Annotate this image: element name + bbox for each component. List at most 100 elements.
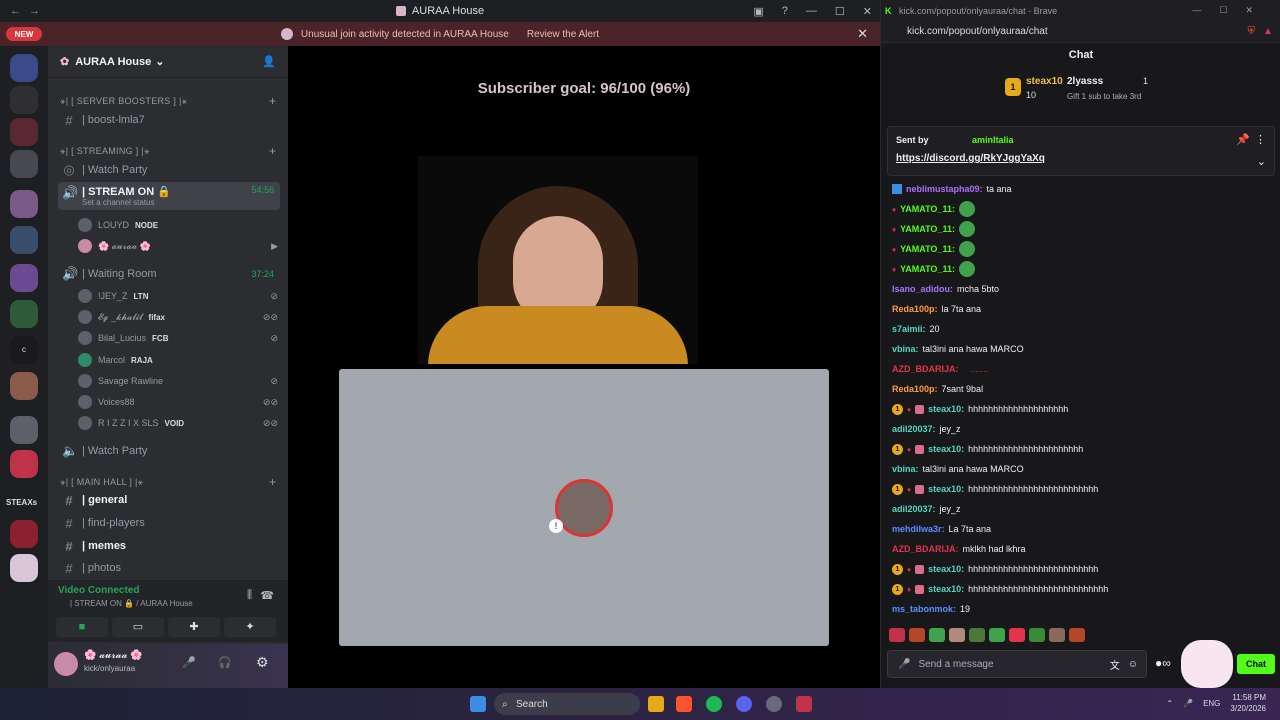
server-icon[interactable] bbox=[10, 86, 38, 114]
emote[interactable] bbox=[949, 628, 965, 642]
chat-message[interactable]: 1 ♦ steax10: hhhhhhhhhhhhhhhhhhhhhhh bbox=[892, 440, 1272, 458]
emote[interactable] bbox=[1009, 628, 1025, 642]
chat-username[interactable]: AZD_BDARIJA: bbox=[892, 364, 959, 374]
minimize-button[interactable]: — bbox=[806, 5, 817, 18]
camera-button[interactable]: ■ bbox=[56, 617, 108, 637]
emote[interactable] bbox=[929, 628, 945, 642]
chat-message[interactable]: Reda100p: la 7ta ana bbox=[892, 300, 1272, 318]
chat-username[interactable]: YAMATO_11: bbox=[900, 244, 955, 254]
chat-username[interactable]: steax10: bbox=[928, 564, 964, 574]
brave-icon[interactable] bbox=[676, 696, 692, 712]
emote[interactable] bbox=[969, 628, 985, 642]
server-icon[interactable] bbox=[10, 54, 38, 82]
server-icon[interactable] bbox=[10, 520, 38, 548]
screen-share-button[interactable]: ▭ bbox=[112, 617, 164, 637]
chat-username[interactable]: steax10: bbox=[928, 584, 964, 594]
pinned-message[interactable]: Sent by aminItalia https://discord.gg/Rk… bbox=[887, 126, 1275, 176]
server-folder-icon[interactable] bbox=[10, 264, 38, 292]
server-icon[interactable] bbox=[10, 450, 38, 478]
voice-user[interactable]: Savage Rawline ⊘ bbox=[78, 372, 278, 390]
chat-username[interactable]: adil20037: bbox=[892, 424, 936, 434]
voice-user[interactable]: Marcol RAJA bbox=[78, 351, 278, 369]
inbox-icon[interactable]: ▣ bbox=[753, 5, 763, 18]
channel-find-players[interactable]: # | find-players bbox=[58, 513, 280, 533]
screen-share-tile[interactable]: ! bbox=[339, 369, 829, 646]
channel-boost[interactable]: # | boost-lmla7 bbox=[58, 110, 280, 130]
add-channel-icon[interactable]: + bbox=[269, 144, 276, 158]
chat-message[interactable]: vbina: tal3ini ana hawa MARCO bbox=[892, 460, 1272, 478]
language-indicator[interactable]: ENG bbox=[1203, 699, 1220, 708]
category-main-hall[interactable]: ⚹| [ MAIN HALL ] |⚹ bbox=[60, 477, 143, 488]
voice-status[interactable]: Video Connected bbox=[58, 585, 140, 596]
emote[interactable] bbox=[909, 628, 925, 642]
settings-gear-icon[interactable]: ⚙ bbox=[256, 654, 269, 671]
headphones-icon[interactable]: 🎧 bbox=[218, 656, 232, 669]
channel-status[interactable]: Set a channel status bbox=[82, 198, 171, 207]
chat-username[interactable]: YAMATO_11: bbox=[900, 224, 955, 234]
server-folder-icon[interactable] bbox=[10, 150, 38, 178]
username[interactable]: 🌸 𝓪𝓾𝓻𝓪𝓪 🌸 bbox=[84, 650, 143, 661]
chat-username[interactable]: AZD_BDARIJA: bbox=[892, 544, 959, 554]
server-icon[interactable] bbox=[10, 300, 38, 328]
send-chat-button[interactable]: Chat bbox=[1237, 654, 1275, 674]
clock[interactable]: 11:58 PM 3/20/2026 bbox=[1230, 692, 1266, 714]
taskbar-search[interactable]: ⌕ Search bbox=[494, 693, 640, 715]
chevron-up-icon[interactable]: ⌃ bbox=[1166, 699, 1173, 708]
infinity-icon[interactable]: ●∞ bbox=[1155, 656, 1171, 670]
microphone-icon[interactable]: 🎤 bbox=[1183, 699, 1193, 708]
voice-user[interactable]: LOUYD NODE bbox=[78, 216, 278, 234]
disconnect-icon[interactable]: ☎ bbox=[260, 589, 274, 602]
close-button[interactable]: ✕ bbox=[863, 5, 872, 18]
channel-memes[interactable]: # | memes bbox=[58, 536, 280, 556]
chat-message[interactable]: 1 ♦ steax10: hhhhhhhhhhhhhhhhhhhhhhhhhhhh bbox=[892, 580, 1272, 598]
chat-message[interactable]: neblimustapha09: ta ana bbox=[892, 180, 1272, 198]
user-status[interactable]: kick/onlyauraa bbox=[84, 664, 135, 673]
server-header[interactable]: ✿ AURAA House ⌄ 👤 bbox=[48, 46, 288, 78]
emote[interactable] bbox=[989, 628, 1005, 642]
avatar[interactable] bbox=[54, 652, 78, 676]
chat-username[interactable]: steax10: bbox=[928, 484, 964, 494]
back-forward-icons[interactable]: ←→ bbox=[10, 5, 48, 17]
spotify-icon[interactable] bbox=[706, 696, 722, 712]
voice-user[interactable]: 𝓔𝓰 _𝓴𝓱𝓪𝓵𝓲𝓵 fifax ⊘⊘ bbox=[78, 308, 278, 326]
channel-watch-party[interactable]: ◎ | Watch Party bbox=[58, 160, 280, 180]
chat-message[interactable]: ms_tabonmok: 19 bbox=[892, 600, 1272, 618]
server-folder-icon[interactable] bbox=[10, 372, 38, 400]
chat-username[interactable]: steax10: bbox=[928, 404, 964, 414]
brave-icon-2[interactable] bbox=[796, 696, 812, 712]
chat-message[interactable]: ♦ YAMATO_11: bbox=[892, 200, 1272, 218]
voice-user[interactable]: !JEY_Z LTN ⊘ bbox=[78, 287, 278, 305]
voice-user[interactable]: Bilal_Lucius FCB ⊘ bbox=[78, 329, 278, 347]
chat-message[interactable]: Isano_adidou: mcha 5bto bbox=[892, 280, 1272, 298]
pinned-user[interactable]: aminItalia bbox=[972, 135, 1014, 145]
add-member-icon[interactable]: 👤 bbox=[262, 55, 276, 68]
chat-message[interactable]: adil20037: jey_z bbox=[892, 500, 1272, 518]
emoji-icon[interactable]: ☺ bbox=[1128, 659, 1138, 670]
new-badge[interactable]: NEW bbox=[6, 27, 42, 41]
server-folder-icon[interactable] bbox=[10, 190, 38, 218]
chat-message[interactable]: 1 ♦ steax10: hhhhhhhhhhhhhhhhhhhhhhhhhh bbox=[892, 480, 1272, 498]
server-folder-icon[interactable] bbox=[10, 416, 38, 444]
chat-username[interactable]: neblimustapha09: bbox=[906, 184, 983, 194]
channel-general[interactable]: # | general bbox=[58, 490, 280, 510]
chevron-down-icon[interactable]: ⌄ bbox=[1257, 155, 1266, 168]
channel-photos[interactable]: # | photos bbox=[58, 558, 280, 578]
chat-username[interactable]: YAMATO_11: bbox=[900, 264, 955, 274]
channel-watch-party-2[interactable]: 🔈 | Watch Party bbox=[58, 441, 280, 461]
chat-message[interactable]: ♦ YAMATO_11: bbox=[892, 240, 1272, 258]
chat-username[interactable]: vbina: bbox=[892, 464, 919, 474]
chat-message[interactable]: AZD_BDARIJA:....... bbox=[892, 360, 1272, 378]
chat-username[interactable]: Reda100p: bbox=[892, 384, 938, 394]
chat-message[interactable]: 1 ♦ steax10: hhhhhhhhhhhhhhhhhhhh bbox=[892, 400, 1272, 418]
dismiss-alert-icon[interactable]: ✕ bbox=[857, 26, 868, 42]
channel-stream-on[interactable]: 🔊 | STREAM ON 🔒 Set a channel status 54:… bbox=[58, 182, 280, 210]
more-options-icon[interactable]: ⋮ bbox=[1255, 133, 1266, 146]
add-channel-icon[interactable]: + bbox=[269, 94, 276, 108]
chat-username[interactable]: vbina: bbox=[892, 344, 919, 354]
chat-message[interactable]: s7aimii: 20 bbox=[892, 320, 1272, 338]
activities-button[interactable]: ✚ bbox=[168, 617, 220, 637]
chat-message[interactable]: 1 ♦ steax10: hhhhhhhhhhhhhhhhhhhhhhhhhh bbox=[892, 560, 1272, 578]
pin-icon[interactable]: 📌 bbox=[1236, 133, 1250, 146]
discord-icon[interactable] bbox=[736, 696, 752, 712]
soundboard-button[interactable]: ✦ bbox=[224, 617, 276, 637]
